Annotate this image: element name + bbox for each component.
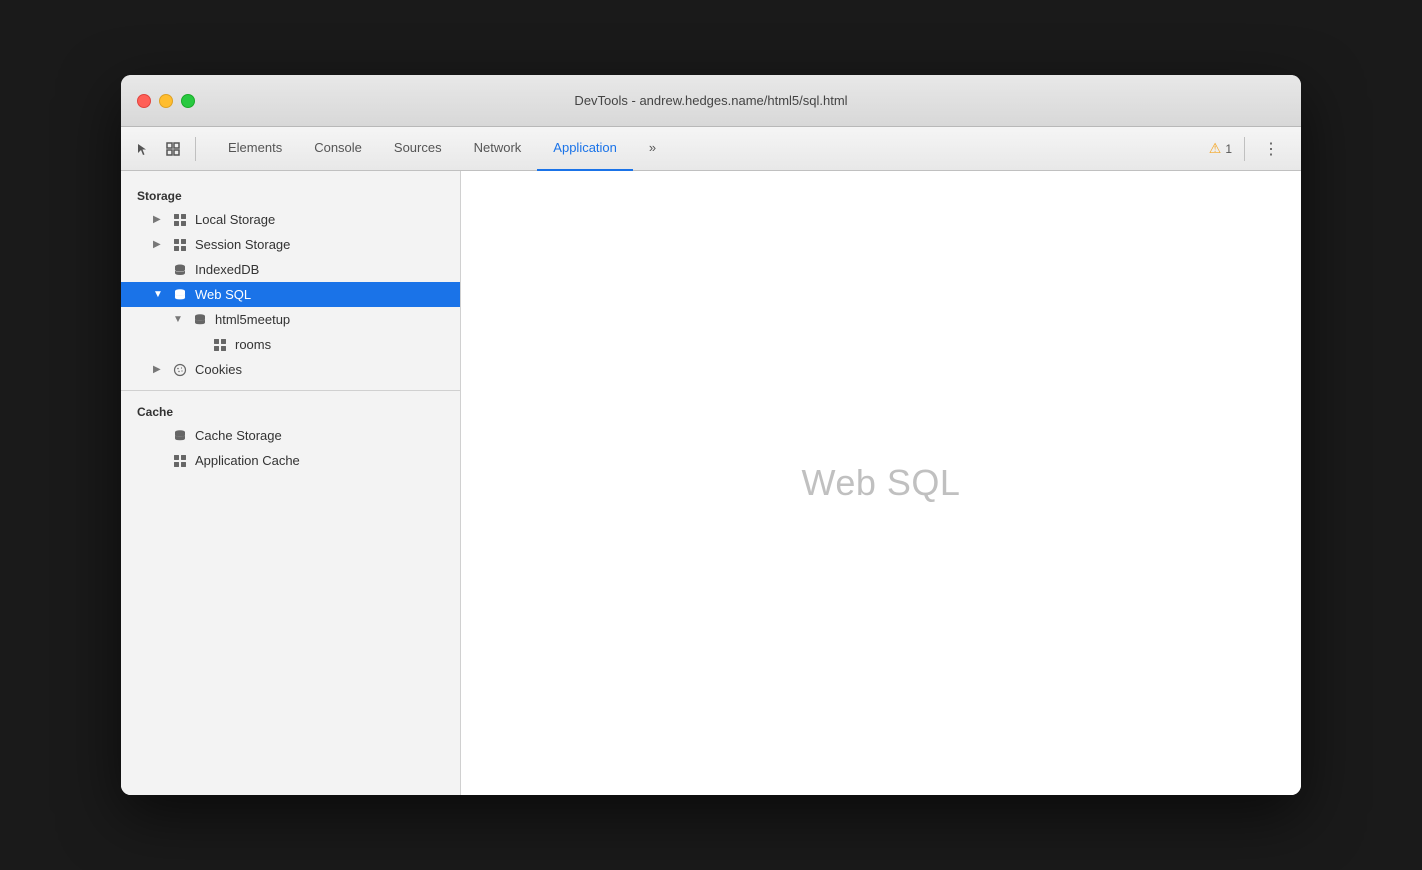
window-title: DevTools - andrew.hedges.name/html5/sql.… bbox=[574, 93, 847, 108]
expand-arrow-local-storage: ▶ bbox=[153, 214, 165, 225]
html5meetup-label: html5meetup bbox=[215, 312, 290, 327]
sidebar-divider bbox=[121, 390, 460, 391]
sidebar-item-local-storage[interactable]: ▶ Local Storage bbox=[121, 207, 460, 232]
sidebar-item-indexeddb[interactable]: ▶ IndexedDB bbox=[121, 257, 460, 282]
tab-more[interactable]: » bbox=[633, 127, 672, 171]
tab-application[interactable]: Application bbox=[537, 127, 633, 171]
cookies-label: Cookies bbox=[195, 362, 242, 377]
grid-icon-rooms bbox=[211, 338, 229, 352]
close-button[interactable] bbox=[137, 94, 151, 108]
sidebar-item-session-storage[interactable]: ▶ Session Storage bbox=[121, 232, 460, 257]
web-sql-label: Web SQL bbox=[195, 287, 251, 302]
cookie-icon bbox=[171, 363, 189, 377]
grid-icon-local-storage bbox=[171, 213, 189, 227]
traffic-lights bbox=[137, 94, 195, 108]
application-cache-label: Application Cache bbox=[195, 453, 300, 468]
warning-icon: ⚠ bbox=[1209, 140, 1222, 157]
sidebar-item-application-cache[interactable]: ▶ Application Cache bbox=[121, 448, 460, 473]
main-panel: Web SQL bbox=[461, 171, 1301, 795]
toolbar: Elements Console Sources Network Applica… bbox=[121, 127, 1301, 171]
minimize-button[interactable] bbox=[159, 94, 173, 108]
rooms-label: rooms bbox=[235, 337, 271, 352]
sidebar-item-web-sql[interactable]: ▼ Web SQL bbox=[121, 282, 460, 307]
session-storage-label: Session Storage bbox=[195, 237, 290, 252]
titlebar: DevTools - andrew.hedges.name/html5/sql.… bbox=[121, 75, 1301, 127]
expand-arrow-cookies: ▶ bbox=[153, 364, 165, 375]
warning-badge: ⚠ 1 bbox=[1209, 140, 1232, 157]
warning-count: 1 bbox=[1225, 142, 1232, 156]
maximize-button[interactable] bbox=[181, 94, 195, 108]
sidebar: Storage ▶ Local Storage ▶ bbox=[121, 171, 461, 795]
db-icon-web-sql bbox=[171, 288, 189, 302]
storage-section-header: Storage bbox=[121, 183, 460, 207]
cache-storage-label: Cache Storage bbox=[195, 428, 282, 443]
tab-bar: Elements Console Sources Network Applica… bbox=[204, 127, 1207, 171]
inspect-tool-button[interactable] bbox=[159, 135, 187, 163]
db-icon-cache-storage bbox=[171, 429, 189, 443]
sidebar-item-cookies[interactable]: ▶ Cookies bbox=[121, 357, 460, 382]
toolbar-right: ⚠ 1 ⋮ bbox=[1209, 135, 1293, 163]
main-content: Storage ▶ Local Storage ▶ bbox=[121, 171, 1301, 795]
toolbar-divider bbox=[195, 137, 196, 161]
sidebar-item-cache-storage[interactable]: ▶ Cache Storage bbox=[121, 423, 460, 448]
grid-icon-session-storage bbox=[171, 238, 189, 252]
tab-sources[interactable]: Sources bbox=[378, 127, 458, 171]
expand-arrow-html5meetup: ▼ bbox=[173, 314, 185, 325]
indexeddb-label: IndexedDB bbox=[195, 262, 259, 277]
local-storage-label: Local Storage bbox=[195, 212, 275, 227]
tab-console[interactable]: Console bbox=[298, 127, 378, 171]
main-panel-title: Web SQL bbox=[802, 462, 961, 504]
cache-section-header: Cache bbox=[121, 399, 460, 423]
expand-arrow-web-sql: ▼ bbox=[153, 289, 165, 300]
devtools-window: DevTools - andrew.hedges.name/html5/sql.… bbox=[121, 75, 1301, 795]
more-options-button[interactable]: ⋮ bbox=[1257, 135, 1285, 163]
tab-network[interactable]: Network bbox=[458, 127, 538, 171]
grid-icon-application-cache bbox=[171, 454, 189, 468]
expand-arrow-session-storage: ▶ bbox=[153, 239, 165, 250]
sidebar-item-rooms[interactable]: ▶ rooms bbox=[121, 332, 460, 357]
sidebar-item-html5meetup[interactable]: ▼ html5meetup bbox=[121, 307, 460, 332]
toolbar-divider-2 bbox=[1244, 137, 1245, 161]
db-icon-indexeddb bbox=[171, 263, 189, 277]
cursor-tool-button[interactable] bbox=[129, 135, 157, 163]
tab-elements[interactable]: Elements bbox=[212, 127, 298, 171]
db-icon-html5meetup bbox=[191, 313, 209, 327]
